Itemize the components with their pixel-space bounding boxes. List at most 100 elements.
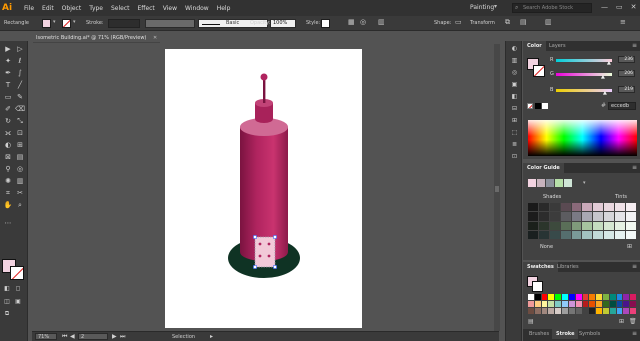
free-transform-icon[interactable]: ⊡ xyxy=(15,129,25,138)
slider-handle-icon[interactable]: ▲ xyxy=(603,90,607,96)
shape-builder-icon[interactable]: ◐ xyxy=(3,141,13,150)
hex-input[interactable]: eccedb xyxy=(608,102,636,110)
eraser-icon[interactable]: ⌫ xyxy=(15,105,25,114)
menu-object[interactable]: Object xyxy=(62,5,82,12)
rotate-tool-icon[interactable]: ↻ xyxy=(3,117,13,126)
workspace-switcher[interactable]: Painting xyxy=(470,4,494,11)
previous-artboard-icon[interactable]: ◀ xyxy=(70,333,75,340)
menu-file[interactable]: File xyxy=(24,5,34,12)
color-swatch[interactable] xyxy=(541,308,548,314)
red-value-input[interactable]: 236 xyxy=(618,56,635,63)
color-swatch[interactable] xyxy=(582,308,589,314)
color-swatch[interactable] xyxy=(541,301,548,307)
gradient-panel-icon[interactable]: ▥ xyxy=(510,57,519,65)
color-swatch[interactable] xyxy=(555,294,562,300)
stroke-weight-field[interactable] xyxy=(108,19,140,28)
guide-swatch[interactable] xyxy=(538,212,549,221)
slider-handle-icon[interactable]: ▲ xyxy=(607,60,611,66)
color-swatch[interactable] xyxy=(616,294,623,300)
swatch-save-icon[interactable]: ⊞ xyxy=(627,243,632,250)
color-swatch[interactable] xyxy=(623,301,630,307)
color-swatch[interactable] xyxy=(555,308,562,314)
artboard-tool-icon[interactable]: ⌗ xyxy=(3,189,13,198)
color-swatch[interactable] xyxy=(548,301,555,307)
color-swatch[interactable] xyxy=(602,301,609,307)
black-color-button[interactable] xyxy=(535,103,541,109)
opacity-input[interactable]: 100% xyxy=(270,19,296,28)
color-stroke-box[interactable] xyxy=(533,65,545,77)
color-swatch[interactable] xyxy=(568,301,575,307)
curvature-tool-icon[interactable]: ∫ xyxy=(15,69,25,78)
menu-help[interactable]: Help xyxy=(217,5,231,12)
blend-tool-icon[interactable]: ◎ xyxy=(15,165,25,174)
tab-color[interactable]: Color xyxy=(523,41,546,51)
direct-selection-tool-icon[interactable]: ▷ xyxy=(15,45,25,54)
color-swatch[interactable] xyxy=(528,301,534,307)
guide-swatch[interactable] xyxy=(560,212,571,221)
guide-swatch[interactable] xyxy=(549,221,560,230)
slice-tool-icon[interactable]: ✂ xyxy=(15,189,25,198)
more-tools-icon[interactable]: ⋯ xyxy=(3,219,13,228)
color-swatch[interactable] xyxy=(548,294,555,300)
screen-mode-icon[interactable]: ▣ xyxy=(13,297,23,306)
chevron-down-icon[interactable]: ▾ xyxy=(73,19,76,25)
menu-type[interactable]: Type xyxy=(89,5,103,12)
color-swatch[interactable] xyxy=(630,294,636,300)
variable-width-profile[interactable] xyxy=(145,19,195,28)
align-icon[interactable]: ▤ xyxy=(520,18,527,26)
color-swatch[interactable] xyxy=(534,308,541,314)
guide-swatch[interactable] xyxy=(560,230,571,239)
color-swatch[interactable] xyxy=(555,301,562,307)
lasso-icon[interactable]: ℓ xyxy=(15,57,25,66)
stroke-color-box[interactable] xyxy=(10,266,24,280)
tab-color-guide[interactable]: Color Guide xyxy=(523,163,564,173)
default-colors-icon[interactable]: ◧ xyxy=(2,284,12,293)
chevron-down-icon[interactable]: ▾ xyxy=(53,19,56,25)
color-swatch[interactable] xyxy=(548,308,555,314)
white-color-button[interactable] xyxy=(542,103,548,109)
guide-swatch[interactable] xyxy=(549,230,560,239)
graph-tool-icon[interactable]: ▥ xyxy=(15,177,25,186)
guide-swatch[interactable] xyxy=(615,221,626,230)
guide-swatch[interactable] xyxy=(571,230,582,239)
guide-swatch[interactable] xyxy=(582,212,593,221)
color-swatch[interactable] xyxy=(609,301,616,307)
artboards-icon[interactable]: ⊡ xyxy=(510,153,519,161)
close-icon[interactable]: ✕ xyxy=(153,35,157,41)
color-swatch[interactable] xyxy=(589,301,596,307)
pathfinder-icon[interactable]: ⊞ xyxy=(510,117,519,125)
guide-swatch[interactable] xyxy=(538,203,549,212)
selection-tool-icon[interactable]: ▶ xyxy=(3,45,13,54)
shape-label[interactable]: Shape: xyxy=(434,20,451,26)
align-icon[interactable]: ▦ xyxy=(348,18,355,26)
stroke-swatch[interactable] xyxy=(62,19,71,28)
guide-swatch[interactable] xyxy=(549,212,560,221)
anchor-handle[interactable] xyxy=(253,265,257,269)
new-swatch-icon[interactable]: ⊞ xyxy=(619,318,624,325)
color-swatch[interactable] xyxy=(609,294,616,300)
color-swatch[interactable] xyxy=(534,301,541,307)
chevron-down-icon[interactable]: ▾ xyxy=(583,180,586,186)
anchor-handle[interactable] xyxy=(273,235,277,239)
swatch-libraries-icon[interactable]: ▤ xyxy=(528,318,534,325)
color-swatch[interactable] xyxy=(616,301,623,307)
red-slider[interactable] xyxy=(556,59,612,62)
vertical-scrollbar[interactable] xyxy=(494,44,500,331)
color-swatch[interactable] xyxy=(630,308,636,314)
color-swatch[interactable] xyxy=(609,308,616,314)
paintbrush-icon[interactable]: ✎ xyxy=(15,93,25,102)
color-swatch[interactable] xyxy=(562,308,568,314)
guide-swatch[interactable] xyxy=(593,230,604,239)
guide-swatch[interactable] xyxy=(571,221,582,230)
color-swatch[interactable] xyxy=(596,301,602,307)
color-swatch[interactable] xyxy=(623,308,630,314)
guide-swatch[interactable] xyxy=(582,221,593,230)
guide-swatch[interactable] xyxy=(528,221,538,230)
harmony-swatch[interactable] xyxy=(564,179,572,187)
transform-panel-icon[interactable]: ⬚ xyxy=(510,129,519,137)
color-swatch[interactable] xyxy=(568,294,575,300)
appearance-panel-icon[interactable]: ▣ xyxy=(510,81,519,89)
draw-mode-icon[interactable]: ◫ xyxy=(2,297,12,306)
menu-edit[interactable]: Edit xyxy=(42,5,54,12)
guide-swatch[interactable] xyxy=(528,212,538,221)
